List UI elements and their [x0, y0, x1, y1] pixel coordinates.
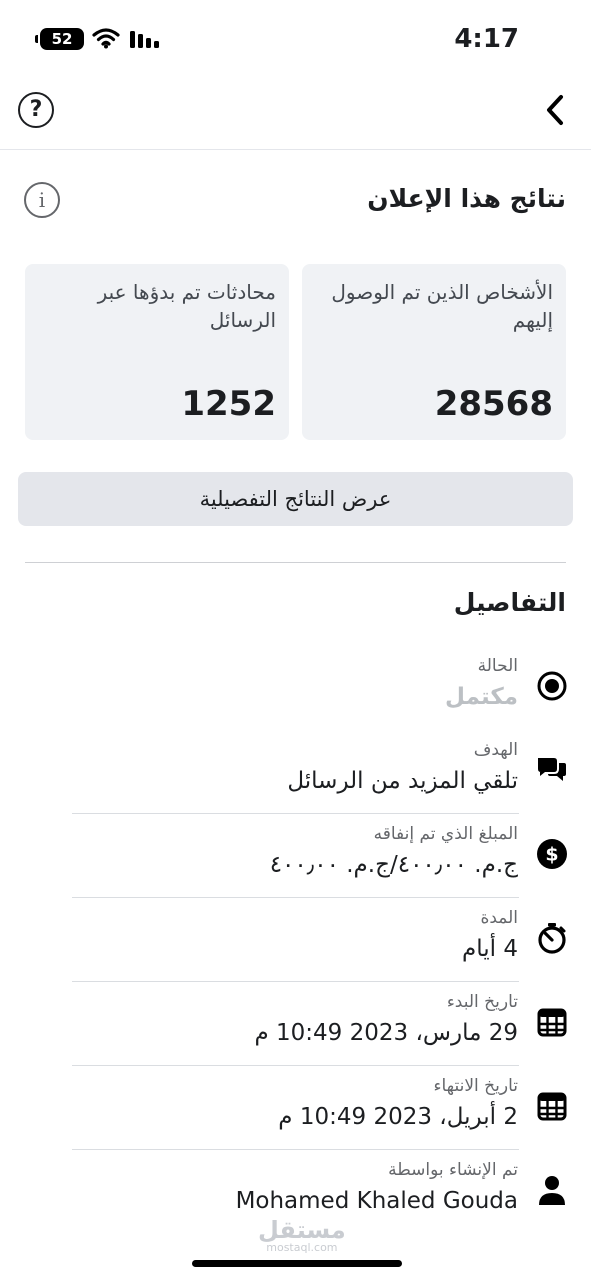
help-icon[interactable]: ?: [18, 92, 54, 128]
detail-label: المدة: [480, 908, 518, 928]
view-detailed-results-button[interactable]: عرض النتائج التفصيلية: [18, 472, 573, 526]
detail-value: Mohamed Khaled Gouda: [235, 1188, 518, 1214]
stat-label: الأشخاص الذين تم الوصول إليهم: [331, 280, 553, 332]
detail-label: الحالة: [477, 656, 518, 676]
detail-label: تاريخ الانتهاء: [433, 1076, 518, 1096]
cellular-signal-icon: [130, 28, 160, 52]
stat-value: 1252: [181, 384, 276, 424]
ad-results-content: نتائج هذا الإعلان i الأشخاص الذين تم الو…: [0, 150, 591, 1214]
results-title: نتائج هذا الإعلان: [367, 184, 566, 213]
detail-label: تاريخ البدء: [446, 992, 518, 1012]
stat-card-reach: الأشخاص الذين تم الوصول إليهم 28568: [302, 264, 566, 440]
detail-row-amount-spent: المبلغ الذي تم إنفاقه ج.م. ٤٠٠٫٠٠/ج.م. ٤…: [0, 814, 591, 898]
status-target-icon: [536, 670, 568, 702]
status-bar: 52 4:17: [0, 0, 591, 80]
stat-value: 28568: [434, 384, 553, 424]
details-title: التفاصيل: [453, 588, 566, 617]
detail-value: مكتمل: [445, 684, 518, 710]
detail-value: تلقي المزيد من الرسائل: [287, 768, 518, 794]
clock: 4:17: [454, 24, 519, 54]
detail-value: ج.م. ٤٠٠٫٠٠/ج.م. ٤٠٠٫٠٠: [269, 852, 518, 878]
detail-label: تم الإنشاء بواسطة: [388, 1160, 518, 1180]
stat-label: محادثات تم بدؤها عبر الرسائل: [97, 280, 276, 332]
calendar-icon: [536, 1090, 568, 1122]
detail-row-duration: المدة 4 أيام: [0, 898, 591, 982]
detail-row-end-date: تاريخ الانتهاء 2 أبريل، 2023 10:49 م: [0, 1066, 591, 1150]
nav-bar: ?: [0, 80, 591, 150]
home-indicator[interactable]: [192, 1260, 402, 1267]
calendar-icon: [536, 1006, 568, 1038]
section-divider: [25, 562, 566, 563]
detail-row-status: الحالة مكتمل: [0, 646, 591, 730]
back-chevron-icon[interactable]: [545, 94, 565, 130]
stats-cards: الأشخاص الذين تم الوصول إليهم 28568 محاد…: [0, 250, 591, 440]
chat-bubbles-icon: [536, 754, 568, 786]
stat-card-conversations: محادثات تم بدؤها عبر الرسائل 1252: [25, 264, 289, 440]
watermark: مستقل mostaql.com: [258, 1218, 346, 1254]
wifi-icon: [92, 27, 120, 53]
stopwatch-icon: [536, 922, 568, 954]
info-icon[interactable]: i: [24, 182, 60, 218]
detail-label: المبلغ الذي تم إنفاقه: [373, 824, 518, 844]
screen: 52 4:17 ? نتائج هذا الإعلان i الأشخاص ال…: [0, 0, 591, 1280]
svg-text:$: $: [545, 844, 558, 866]
results-header: نتائج هذا الإعلان i: [0, 150, 591, 250]
detail-row-objective: الهدف تلقي المزيد من الرسائل: [0, 730, 591, 814]
watermark-sub: mostaql.com: [266, 1241, 338, 1254]
detail-row-start-date: تاريخ البدء 29 مارس، 2023 10:49 م: [0, 982, 591, 1066]
detail-value: 2 أبريل، 2023 10:49 م: [278, 1104, 518, 1130]
detail-label: الهدف: [473, 740, 518, 760]
detail-value: 4 أيام: [462, 936, 518, 962]
person-icon: [536, 1174, 568, 1206]
detail-value: 29 مارس، 2023 10:49 م: [254, 1020, 518, 1046]
battery-indicator: 52: [35, 28, 84, 50]
dollar-coin-icon: $: [536, 838, 568, 870]
watermark-text: مستقل: [258, 1216, 346, 1244]
